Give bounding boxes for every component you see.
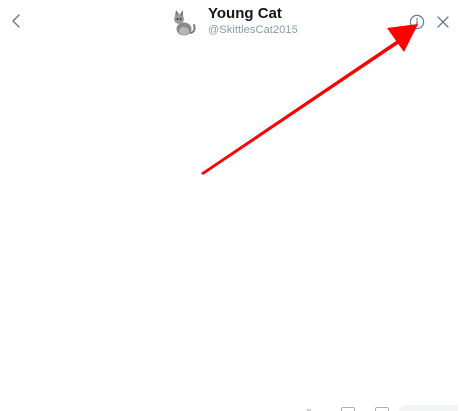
- info-circle-icon: [409, 14, 425, 30]
- close-icon: [437, 16, 449, 28]
- gif-button[interactable]: [341, 407, 355, 411]
- message-input[interactable]: [398, 405, 458, 411]
- cat-avatar-icon: [174, 10, 196, 36]
- avatar[interactable]: [169, 9, 197, 37]
- message-area: [0, 44, 460, 398]
- conversation-handle: @SkittlesCat2015: [208, 24, 298, 36]
- close-button[interactable]: [436, 15, 450, 29]
- conversation-title: Young Cat: [208, 5, 282, 22]
- back-button[interactable]: [8, 11, 26, 31]
- message-composer: [0, 398, 460, 411]
- conversation-header: Young Cat @SkittlesCat2015: [0, 0, 460, 44]
- emoji-button[interactable]: [375, 407, 389, 411]
- info-button[interactable]: [409, 14, 425, 30]
- dm-conversation-window: Young Cat @SkittlesCat2015: [0, 0, 460, 411]
- chevron-left-icon: [12, 14, 20, 28]
- media-icon[interactable]: [8, 407, 12, 411]
